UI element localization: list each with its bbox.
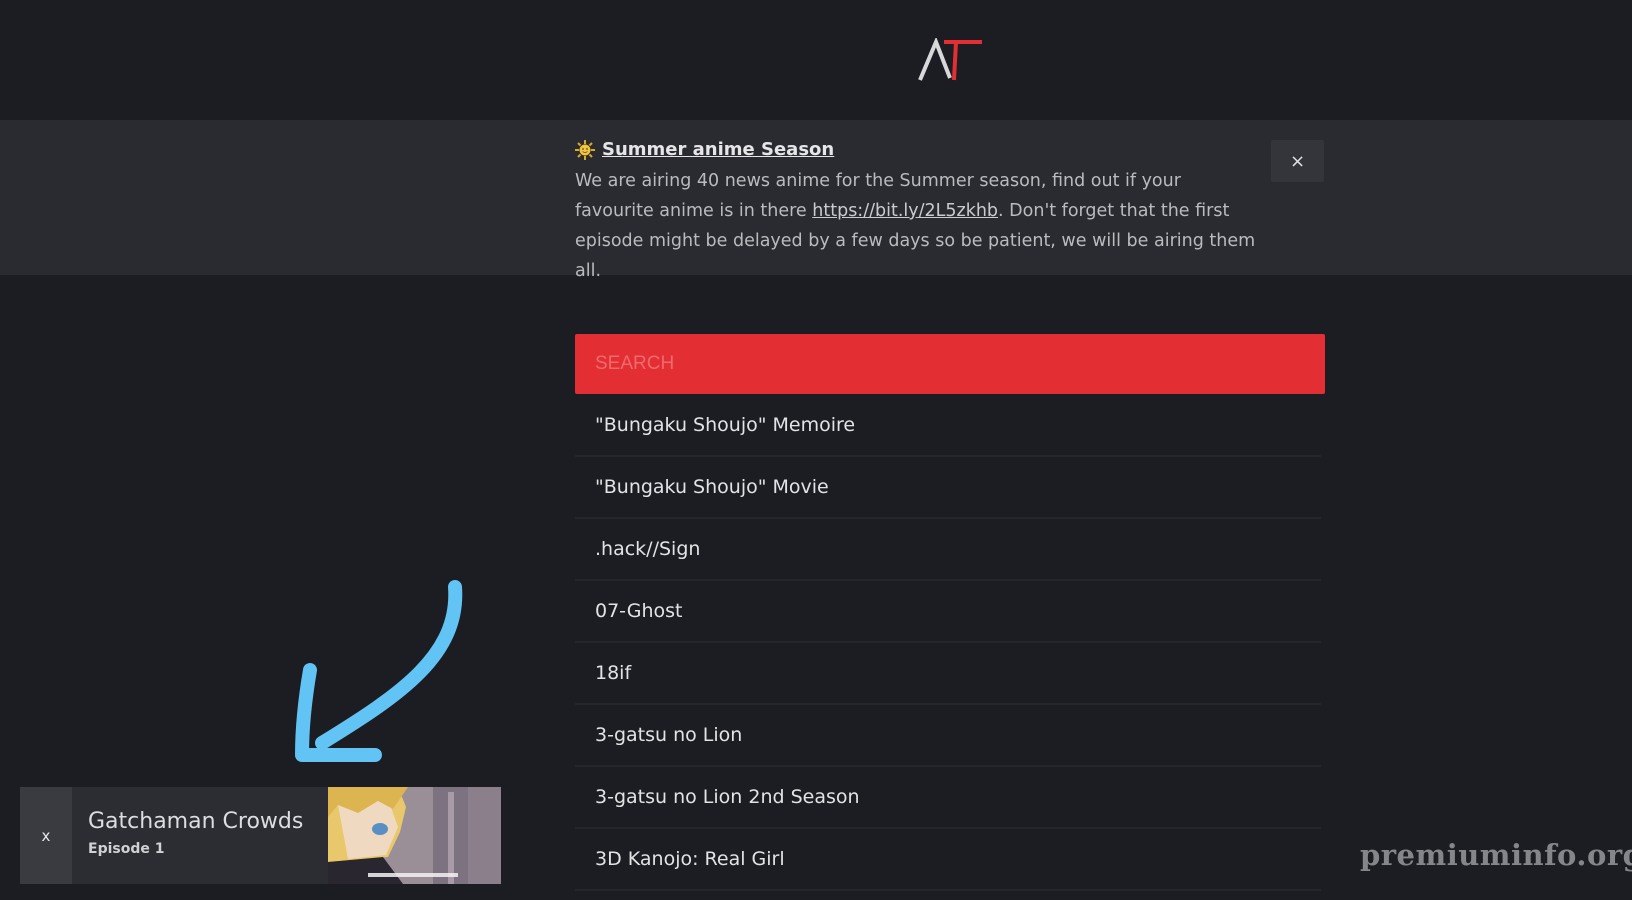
- anime-list-item[interactable]: "Bungaku Shoujo" Memoire: [575, 395, 1321, 457]
- anime-list: "Bungaku Shoujo" Memoire "Bungaku Shoujo"…: [575, 395, 1321, 891]
- anime-list-item[interactable]: .hack//Sign: [575, 519, 1321, 581]
- anime-list-item[interactable]: "Bungaku Shoujo" Movie: [575, 457, 1321, 519]
- anime-thumbnail[interactable]: [328, 787, 501, 884]
- watermark: premiuminfo.org: [1360, 838, 1632, 872]
- toast-episode: Episode 1: [88, 841, 165, 857]
- at-logo-icon[interactable]: [918, 38, 982, 82]
- announcement-link[interactable]: https://bit.ly/2L5zkhb: [812, 201, 998, 221]
- announcement-close-button[interactable]: ×: [1271, 140, 1324, 182]
- anime-list-item[interactable]: 18if: [575, 643, 1321, 705]
- toast-close-button[interactable]: x: [20, 787, 72, 884]
- sun-icon: [575, 140, 595, 160]
- now-playing-toast[interactable]: x Gatchaman Crowds Episode 1: [20, 787, 501, 884]
- announcement-content: Summer anime Season We are airing 40 new…: [575, 138, 1265, 286]
- anime-list-item[interactable]: 3-gatsu no Lion: [575, 705, 1321, 767]
- arrow-down-left-icon: [295, 580, 463, 762]
- toast-title: Gatchaman Crowds: [88, 809, 304, 834]
- anime-list-item[interactable]: 07-Ghost: [575, 581, 1321, 643]
- page: Summer anime Season We are airing 40 new…: [0, 0, 1632, 900]
- announcement-title-text: Summer anime Season: [602, 139, 835, 160]
- search-input[interactable]: [575, 334, 1325, 394]
- toast-info: Gatchaman Crowds Episode 1: [72, 787, 328, 884]
- anime-list-item[interactable]: 3D Kanojo: Real Girl: [575, 829, 1321, 891]
- anime-list-item[interactable]: 3-gatsu no Lion 2nd Season: [575, 767, 1321, 829]
- announcement-title[interactable]: Summer anime Season: [575, 138, 1265, 162]
- announcement-text: We are airing 40 news anime for the Summ…: [575, 166, 1265, 286]
